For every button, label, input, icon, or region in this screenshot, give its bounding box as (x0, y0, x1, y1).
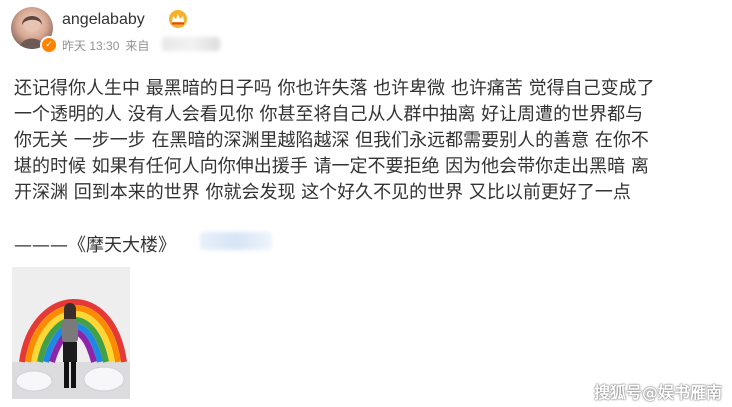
post-content: 还记得你人生中 最黑暗的日子吗 你也许失落 也许卑微 也许痛苦 觉得自己变成了 … (14, 78, 655, 203)
username[interactable]: angelababy (62, 11, 145, 29)
post-photo[interactable] (12, 267, 130, 399)
post-meta: 昨天 13:30 来自 (62, 37, 155, 54)
blurred-topic-link[interactable] (200, 232, 272, 250)
post-signature: ———《摩天大楼》 (14, 235, 176, 256)
blurred-source (162, 37, 220, 51)
crown-icon[interactable] (168, 9, 188, 29)
post-time[interactable]: 昨天 13:30 (62, 39, 119, 53)
photo-image (12, 267, 130, 399)
source-prefix: 来自 (125, 39, 150, 53)
verified-badge-icon: ✓ (40, 36, 58, 54)
watermark: 搜狐号@娱书雁南 (594, 383, 723, 402)
